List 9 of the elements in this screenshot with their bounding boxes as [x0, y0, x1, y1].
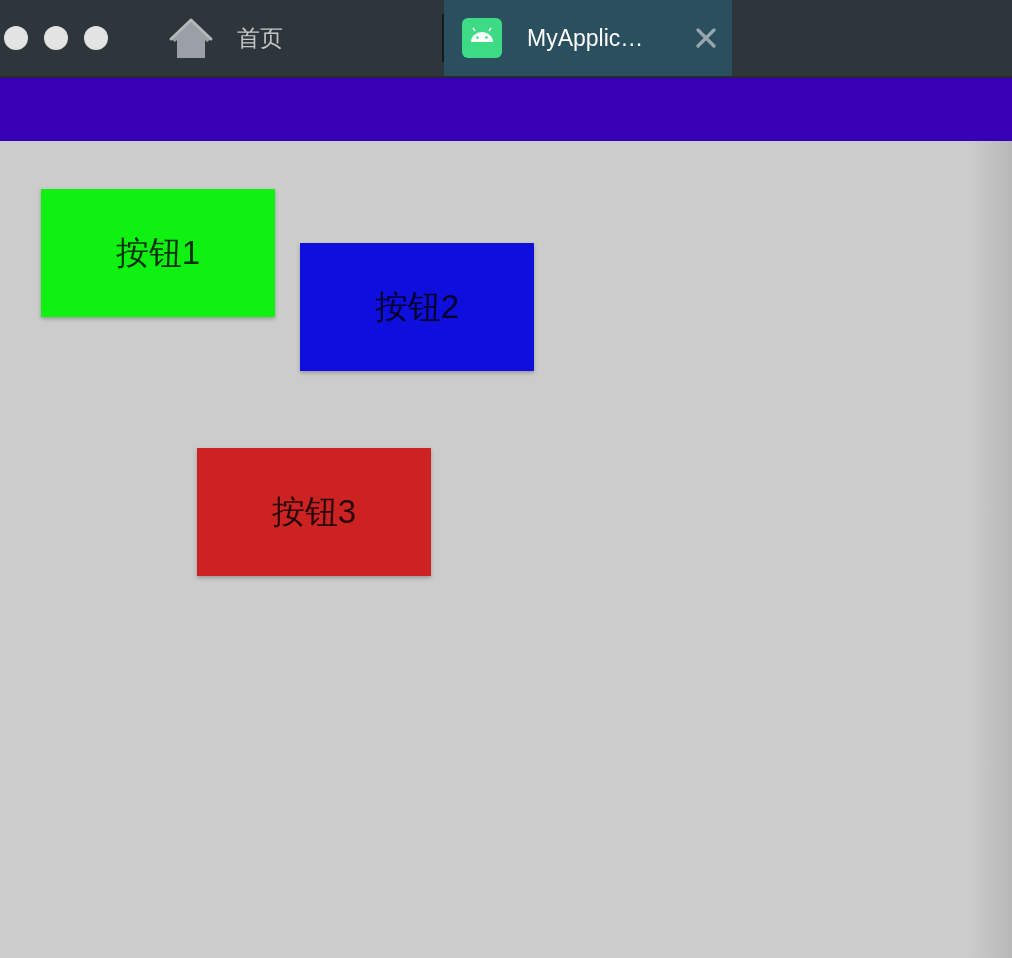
window-control-icon[interactable]	[4, 26, 28, 50]
app-button[interactable]: 按钮1	[41, 189, 275, 317]
window-control-icon[interactable]	[44, 26, 68, 50]
tab[interactable]: 首页	[150, 0, 442, 76]
house-icon	[168, 17, 214, 59]
window-control-icon[interactable]	[84, 26, 108, 50]
close-icon[interactable]	[696, 28, 716, 48]
tab[interactable]: MyApplic…	[444, 0, 732, 76]
android-app-icon	[462, 18, 502, 58]
